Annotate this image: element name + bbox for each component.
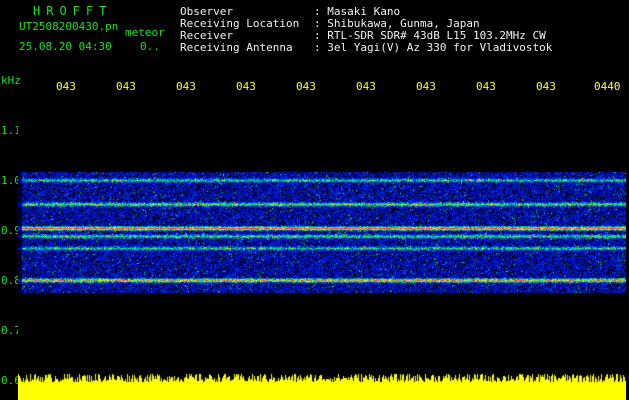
x-tick-2: 043 [116,80,136,93]
x-tick-5: 043 [296,80,316,93]
hrofft-window: HROFFT UT2508200430.pn meteor 25.08.20 0… [0,0,629,400]
x-tick-1: 043 [56,80,76,93]
y-axis-unit: kHz [1,74,21,87]
x-tick-9: 043 [536,80,556,93]
app-title: HROFFT [33,4,113,18]
info-value-antenna: : 3el Yagi(V) Az 330 for Vladivostok [314,41,553,54]
spectrogram-canvas [18,100,626,378]
x-tick-4: 043 [236,80,256,93]
x-tick-7: 043 [416,80,436,93]
x-tick-6: 043 [356,80,376,93]
counter-label: 0.. [140,40,160,53]
mode-label: meteor [125,26,165,39]
x-tick-8: 043 [476,80,496,93]
amplitude-canvas [18,372,626,400]
datetime-label: 25.08.20 04:30 [19,40,112,53]
x-tick-3: 043 [176,80,196,93]
x-tick-10: 0440 [594,80,621,93]
filename-label: UT2508200430.pn [19,20,119,33]
info-label-antenna: Receiving Antenna [180,41,293,54]
